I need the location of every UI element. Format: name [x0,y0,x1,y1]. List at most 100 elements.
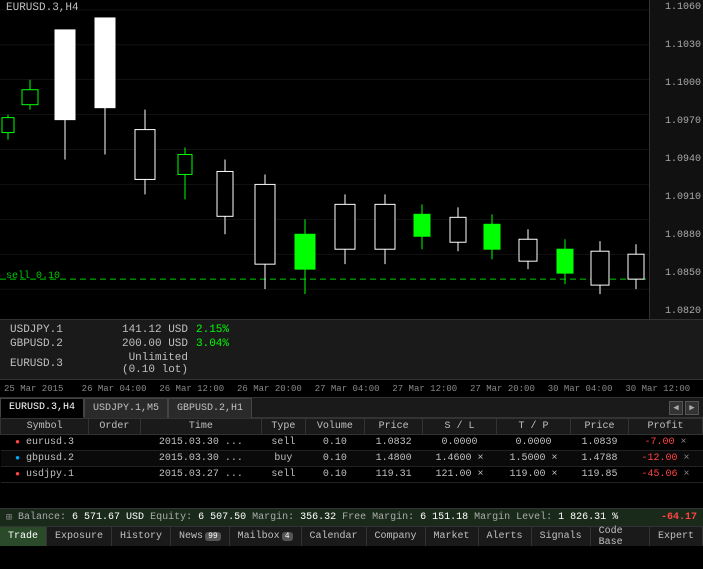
bottom-tab-calendar[interactable]: Calendar [302,527,367,546]
td-order [89,451,140,467]
info-pct-1: 2.15% [196,324,229,336]
td-profit: -7.00 × [629,435,703,451]
col-header-tp[interactable]: T / P [497,419,571,435]
td-current-price: 1.0839 [570,435,628,451]
col-header-sl[interactable]: S / L [423,419,497,435]
price-axis: 1.1060 1.1030 1.1000 1.0970 1.0940 1.091… [649,0,703,319]
time-label-8: 30 Mar 12:00 [625,384,703,394]
td-order [89,435,140,451]
td-tp: 1.5000 × [497,451,571,467]
chart-tab-0[interactable]: EURUSD.3,H4 [0,398,84,418]
td-time: 2015.03.30 ... [140,435,261,451]
td-order [89,467,140,483]
col-header-current-price[interactable]: Price [570,419,628,435]
news-badge: 99 [205,532,221,541]
toolbox-label: ⊞ [6,512,12,524]
col-header-price[interactable]: Price [365,419,423,435]
col-header-time[interactable]: Time [140,419,261,435]
candlestick-chart [0,0,649,319]
td-time: 2015.03.30 ... [140,451,261,467]
td-price: 119.31 [365,467,423,483]
trade-table-container: Symbol Order Time Type Volume Price S / … [0,418,703,508]
bottom-tab-trade[interactable]: Trade [0,527,47,546]
bottom-tab-codebase[interactable]: Code Base [591,527,650,546]
margin-value: 356.32 [300,512,336,523]
margin-label: Margin: [252,512,294,523]
col-header-symbol[interactable]: Symbol [1,419,89,435]
td-volume: 0.10 [305,467,364,483]
close-icon[interactable]: × [684,453,690,464]
info-line-2: GBPUSD.2 200.00 USD 3.04% [10,338,229,350]
sell-label: sell 0.10 [6,271,60,282]
td-type: sell [262,435,306,451]
bottom-tab-expert[interactable]: Expert [650,527,703,546]
balance-bar: ⊞ Balance: 6 571.67 USD Equity: 6 507.50… [0,508,703,526]
time-axis: 25 Mar 2015 26 Mar 04:00 26 Mar 12:00 26… [0,380,703,398]
info-value-3: Unlimited (0.10 lot) [98,352,188,376]
td-symbol: ● gbpusd.2 [1,451,89,467]
price-tick: 1.1030 [652,40,701,51]
price-tick: 1.0880 [652,230,701,241]
td-current-price: 119.85 [570,467,628,483]
price-tick: 1.1000 [652,78,701,89]
free-margin-value: 6 151.18 [420,512,468,523]
tab-scroll-buttons: ◀ ▶ [669,401,703,415]
td-sl: 0.0000 [423,435,497,451]
td-symbol: ● eurusd.3 [1,435,89,451]
td-tp: 119.00 × [497,467,571,483]
close-icon[interactable]: × [681,437,687,448]
td-type: sell [262,467,306,483]
time-label-2: 26 Mar 12:00 [159,384,237,394]
td-current-price: 1.4788 [570,451,628,467]
td-type: buy [262,451,306,467]
col-header-profit[interactable]: Profit [629,419,703,435]
info-rows: USDJPY.1 141.12 USD 2.15% GBPUSD.2 200.0… [10,324,229,376]
td-profit: -45.06 × [629,467,703,483]
td-volume: 0.10 [305,435,364,451]
info-symbol-2: GBPUSD.2 [10,338,90,350]
time-label-0: 25 Mar 2015 [4,384,82,394]
time-label-4: 27 Mar 04:00 [315,384,393,394]
close-icon[interactable]: × [684,469,690,480]
bottom-tab-signals[interactable]: Signals [532,527,591,546]
price-tick: 1.0940 [652,154,701,165]
info-line-3: EURUSD.3 Unlimited (0.10 lot) [10,352,229,376]
info-pct-2: 3.04% [196,338,229,350]
info-value-1: 141.12 USD [98,324,188,336]
bottom-tab-market[interactable]: Market [426,527,479,546]
time-label-1: 26 Mar 04:00 [82,384,160,394]
bottom-tab-mailbox[interactable]: Mailbox4 [230,527,302,546]
bottom-tab-exposure[interactable]: Exposure [47,527,112,546]
info-line-1: USDJPY.1 141.12 USD 2.15% [10,324,229,336]
info-symbol-1: USDJPY.1 [10,324,90,336]
price-tick: 1.0820 [652,306,701,317]
col-header-order[interactable]: Order [89,419,140,435]
bottom-tabs: Trade Exposure History News99 Mailbox4 C… [0,526,703,546]
price-tick: 1.0910 [652,192,701,203]
free-margin-label: Free Margin: [342,512,414,523]
chart-tab-1[interactable]: USDJPY.1,M5 [84,398,168,418]
time-label-5: 27 Mar 12:00 [392,384,470,394]
chart-area: EURUSD.3,H4 1.1060 1.1030 1.1000 1.0970 … [0,0,703,320]
col-header-volume[interactable]: Volume [305,419,364,435]
bottom-tab-history[interactable]: History [112,527,171,546]
td-price: 1.0832 [365,435,423,451]
chart-tab-2[interactable]: GBPUSD.2,H1 [168,398,252,418]
tab-scroll-right[interactable]: ▶ [685,401,699,415]
bottom-tab-alerts[interactable]: Alerts [479,527,532,546]
table-row: ● eurusd.3 2015.03.30 ... sell 0.10 1.08… [1,435,703,451]
col-header-type[interactable]: Type [262,419,306,435]
time-label-3: 26 Mar 20:00 [237,384,315,394]
tab-scroll-left[interactable]: ◀ [669,401,683,415]
chart-tabs: EURUSD.3,H4 USDJPY.1,M5 GBPUSD.2,H1 ◀ ▶ [0,398,703,418]
margin-level-value: 1 826.31 % [558,512,618,523]
info-symbol-3: EURUSD.3 [10,358,90,370]
time-label-6: 27 Mar 20:00 [470,384,548,394]
td-volume: 0.10 [305,451,364,467]
bottom-tab-company[interactable]: Company [367,527,426,546]
margin-level-label: Margin Level: [474,512,552,523]
table-row: ● gbpusd.2 2015.03.30 ... buy 0.10 1.480… [1,451,703,467]
mailbox-badge: 4 [282,532,293,541]
time-label-7: 30 Mar 04:00 [548,384,626,394]
bottom-tab-news[interactable]: News99 [171,527,230,546]
